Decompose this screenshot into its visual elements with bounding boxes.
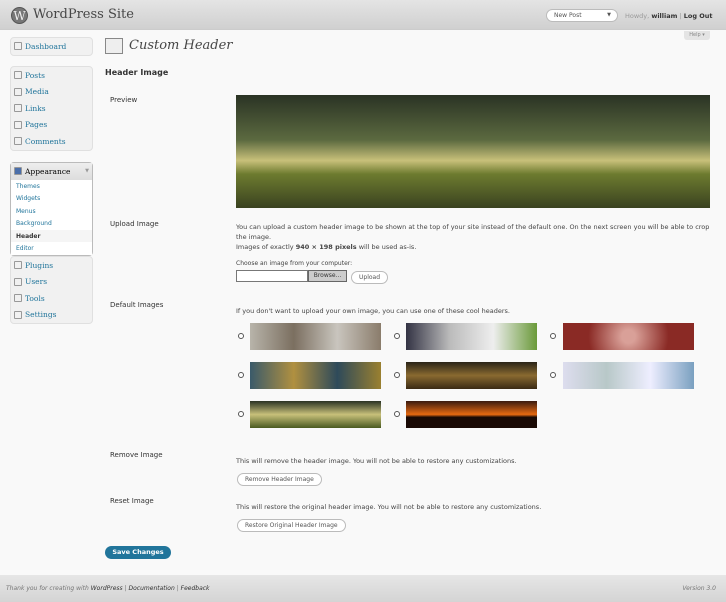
- sidebar-item-links[interactable]: Links: [11, 100, 92, 117]
- help-tab[interactable]: Help ▾: [684, 31, 710, 40]
- header-radio[interactable]: [550, 333, 556, 339]
- settings-icon: [14, 310, 22, 319]
- feedback-link[interactable]: Feedback: [181, 585, 210, 592]
- browse-button[interactable]: Browse...: [308, 270, 347, 282]
- appearance-icon: [14, 167, 22, 176]
- header-thumb-cherry-tree[interactable]: [406, 323, 537, 350]
- sidebar-item-comments[interactable]: Comments: [11, 133, 92, 150]
- header-radio[interactable]: [394, 411, 400, 417]
- admin-header: W WordPress Site New Post ▼ Howdy, willia…: [0, 0, 726, 30]
- chevron-down-icon: ▼: [607, 12, 611, 18]
- documentation-link[interactable]: Documentation: [129, 585, 175, 592]
- header-thumb-inkwell[interactable]: [563, 362, 694, 389]
- header-radio[interactable]: [394, 333, 400, 339]
- logout-link[interactable]: Log Out: [684, 12, 713, 20]
- tools-icon: [14, 294, 22, 303]
- reset-image-label: Reset Image: [110, 497, 154, 505]
- page-title: Custom Header: [129, 38, 233, 53]
- menu-label: Dashboard: [25, 41, 67, 51]
- footer: Thank you for creating with WordPress | …: [0, 575, 726, 602]
- sidebar-item-media[interactable]: Media: [11, 84, 92, 101]
- header-radio[interactable]: [550, 372, 556, 378]
- header-thumb-sunset[interactable]: [406, 401, 537, 428]
- sidebar-item-tools[interactable]: Tools: [11, 290, 92, 307]
- sidebar-group-appearance: Appearance ▼ Themes Widgets Menus Backgro…: [10, 162, 93, 256]
- site-name[interactable]: WordPress Site: [33, 7, 134, 22]
- new-post-label: New Post: [554, 12, 582, 19]
- header-thumb-berries[interactable]: [250, 323, 381, 350]
- remove-header-image-button[interactable]: Remove Header Image: [237, 473, 322, 486]
- header-preview-image: [236, 95, 710, 208]
- upload-button[interactable]: Upload: [351, 271, 389, 284]
- pages-icon: [14, 120, 22, 129]
- upload-label: Upload Image: [110, 220, 159, 228]
- remove-description: This will remove the header image. You w…: [236, 457, 517, 465]
- restore-original-header-button[interactable]: Restore Original Header Image: [237, 519, 346, 532]
- submenu-background[interactable]: Background: [11, 217, 92, 230]
- chevron-down-icon[interactable]: ▼: [85, 168, 89, 174]
- header-thumb-concave[interactable]: [563, 323, 694, 350]
- submenu-widgets[interactable]: Widgets: [11, 192, 92, 205]
- submenu-themes[interactable]: Themes: [11, 179, 92, 192]
- choose-label: Choose an image from your computer:: [236, 260, 353, 267]
- comment-icon: [14, 137, 22, 146]
- sidebar-item-dashboard[interactable]: Dashboard: [10, 37, 93, 56]
- wordpress-link[interactable]: WordPress: [91, 585, 123, 592]
- submenu-editor[interactable]: Editor: [11, 242, 92, 255]
- sidebar-item-settings[interactable]: Settings: [11, 307, 92, 324]
- preview-label: Preview: [110, 96, 138, 104]
- save-changes-button[interactable]: Save Changes: [105, 546, 171, 559]
- version-text: Version 3.0: [682, 585, 716, 592]
- header-radio[interactable]: [238, 372, 244, 378]
- reset-description: This will restore the original header im…: [236, 503, 542, 511]
- file-input[interactable]: [236, 270, 308, 282]
- header-radio[interactable]: [238, 411, 244, 417]
- header-thumb-forestfloor[interactable]: [406, 362, 537, 389]
- sidebar-item-users[interactable]: Users: [11, 274, 92, 291]
- plugin-icon: [14, 261, 22, 270]
- sidebar-item-posts[interactable]: Posts: [11, 67, 92, 84]
- home-icon: [14, 42, 22, 51]
- sidebar-item-appearance[interactable]: Appearance ▼: [11, 163, 92, 180]
- favorite-actions-dropdown[interactable]: New Post ▼: [546, 9, 618, 22]
- sidebar-item-plugins[interactable]: Plugins: [11, 257, 92, 274]
- media-icon: [14, 87, 22, 96]
- sidebar-group-content: Posts Media Links Pages Comments: [10, 66, 93, 151]
- header-thumb-path[interactable]: [250, 401, 381, 428]
- users-icon: [14, 277, 22, 286]
- upload-description: You can upload a custom header image to …: [236, 223, 710, 251]
- submenu-menus[interactable]: Menus: [11, 204, 92, 217]
- section-heading: Header Image: [105, 68, 169, 77]
- pin-icon: [14, 71, 22, 80]
- default-images-intro: If you don't want to upload your own ima…: [236, 307, 510, 315]
- appearance-page-icon: [105, 38, 123, 54]
- link-icon: [14, 104, 22, 113]
- howdy-text: Howdy,: [625, 12, 650, 20]
- default-images-label: Default Images: [110, 301, 164, 309]
- header-radio[interactable]: [394, 372, 400, 378]
- sidebar-item-pages[interactable]: Pages: [11, 117, 92, 134]
- submenu-header[interactable]: Header: [11, 229, 92, 242]
- remove-image-label: Remove Image: [110, 451, 163, 459]
- wordpress-logo-icon[interactable]: W: [11, 7, 28, 24]
- sidebar-group-settings: Plugins Users Tools Settings: [10, 256, 93, 324]
- header-radio[interactable]: [238, 333, 244, 339]
- username-link[interactable]: william: [651, 12, 677, 20]
- user-info: Howdy, william | Log Out: [625, 12, 713, 20]
- header-thumb-fern[interactable]: [250, 362, 381, 389]
- footer-credits: Thank you for creating with WordPress | …: [6, 585, 210, 592]
